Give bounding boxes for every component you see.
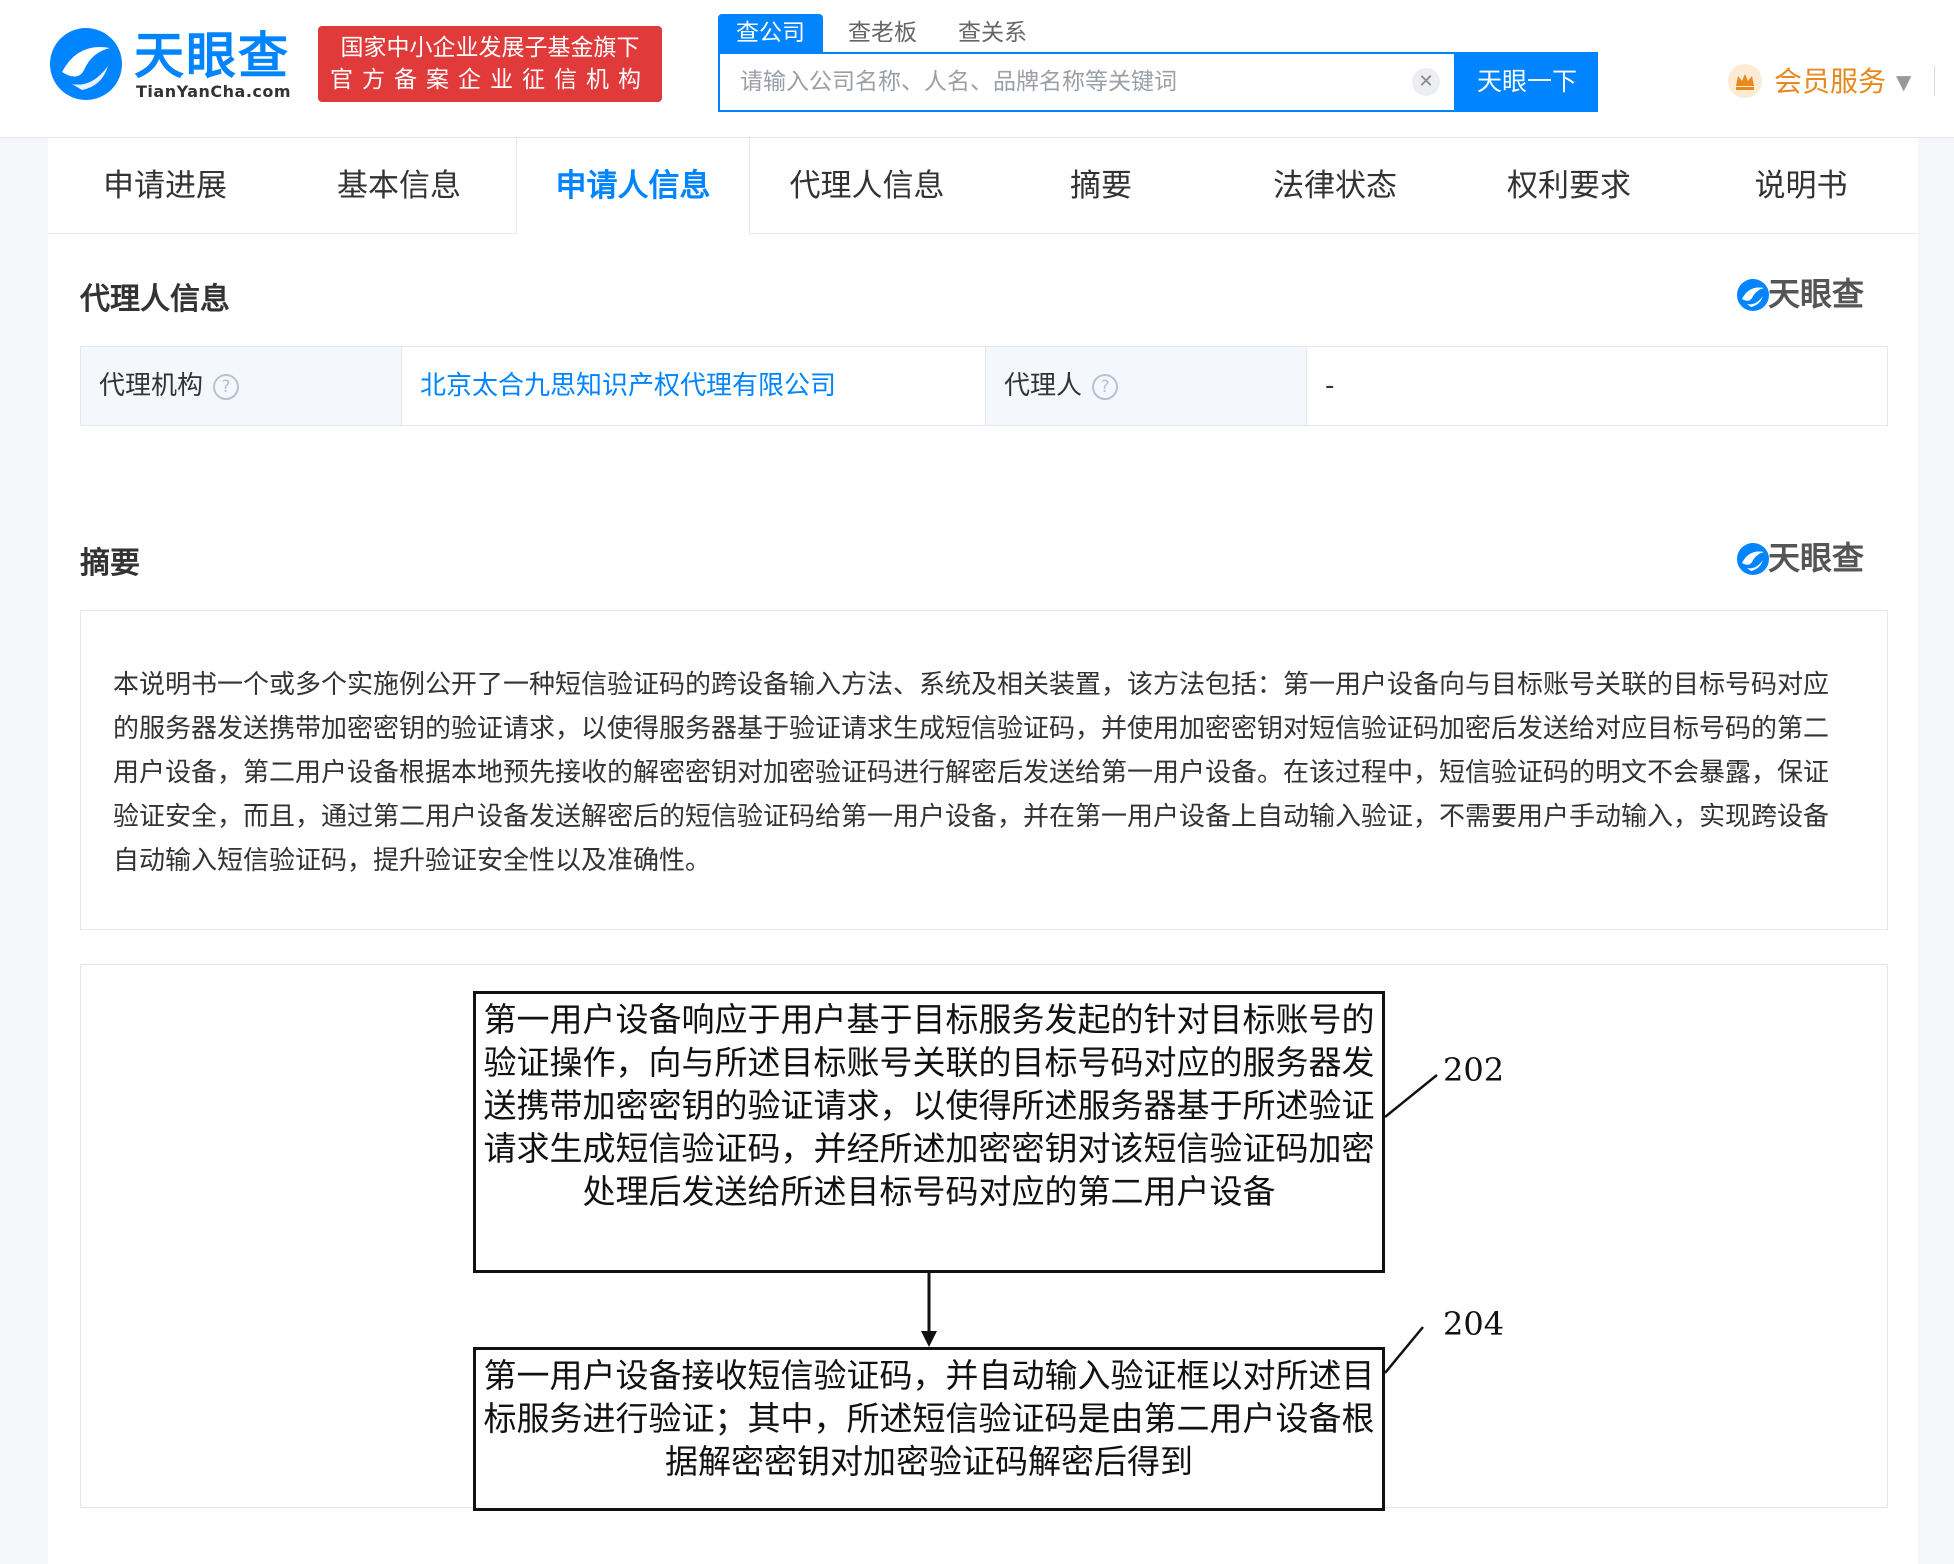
search-tab-relation[interactable]: 查关系 <box>958 14 1027 52</box>
tab-application-progress[interactable]: 申请进展 <box>48 138 282 234</box>
search-button[interactable]: 天眼一下 <box>1456 52 1598 112</box>
caret-down-icon: ▼ <box>1896 70 1912 94</box>
agent-label: 代理人 <box>1004 371 1083 401</box>
search-tab-boss[interactable]: 查老板 <box>848 14 917 52</box>
clear-icon[interactable]: ✕ <box>1412 68 1440 96</box>
tab-legal-status[interactable]: 法律状态 <box>1218 138 1452 234</box>
agent-section-watermark: 天眼查 <box>1736 274 1886 314</box>
tab-applicant-info[interactable]: 申请人信息 <box>516 138 750 235</box>
logo-text: 天眼查 <box>134 27 290 85</box>
leader-line-202 <box>1384 1074 1438 1118</box>
agency-label: 代理机构 <box>99 371 204 401</box>
tab-basic-info[interactable]: 基本信息 <box>282 138 516 234</box>
eye-logo-icon <box>50 28 122 100</box>
arrow-down-icon <box>921 1331 937 1347</box>
search-tab-company[interactable]: 查公司 <box>718 14 823 52</box>
tab-abstract[interactable]: 摘要 <box>984 138 1218 234</box>
abstract-section-title: 摘要 <box>80 546 140 581</box>
abstract-text: 本说明书一个或多个实施例公开了一种短信验证码的跨设备输入方法、系统及相关装置，该… <box>113 670 1830 876</box>
search-input[interactable] <box>720 54 1380 110</box>
help-icon[interactable]: ? <box>213 373 240 400</box>
eye-logo-icon <box>1737 543 1769 575</box>
watermark-text: 天眼查 <box>1768 539 1865 577</box>
flow-ref-204: 204 <box>1443 1305 1505 1343</box>
agent-info-table: 代理机构? 北京太合九思知识产权代理有限公司 代理人? - <box>80 346 1888 426</box>
abstract-figure: 第一用户设备响应于用户基于目标服务发起的针对目标账号的验证操作，向与所述目标账号… <box>80 964 1888 1511</box>
site-logo[interactable]: 天眼查 TianYanCha.com <box>48 26 298 102</box>
flow-ref-202: 202 <box>1443 1051 1505 1089</box>
vip-service-label: 会员服务 <box>1774 65 1887 98</box>
official-badge: 国家中小企业发展子基金旗下 官方备案企业征信机构 <box>318 26 662 102</box>
crown-icon <box>1728 64 1762 98</box>
abstract-box: 本说明书一个或多个实施例公开了一种短信验证码的跨设备输入方法、系统及相关装置，该… <box>80 610 1888 930</box>
header-divider <box>1934 66 1935 96</box>
main-content: 代理人信息 天眼查 代理机构? 北京太合九思知识产权代理有限公司 代理人? - … <box>48 234 1918 1564</box>
abstract-section-watermark: 天眼查 <box>1736 538 1886 578</box>
tab-specification[interactable]: 说明书 <box>1684 138 1918 234</box>
help-icon[interactable]: ? <box>1092 373 1119 400</box>
tab-claims[interactable]: 权利要求 <box>1452 138 1686 234</box>
agent-label-cell: 代理人? <box>986 347 1306 425</box>
watermark-text: 天眼查 <box>1768 275 1865 313</box>
flow-step-204: 第一用户设备接收短信验证码，并自动输入验证框以对所述目标服务进行验证；其中，所述… <box>473 1347 1385 1511</box>
agency-link[interactable]: 北京太合九思知识产权代理有限公司 <box>402 347 985 425</box>
badge-line-2: 官方备案企业征信机构 <box>330 67 650 93</box>
logo-domain: TianYanCha.com <box>136 82 292 101</box>
eye-logo-icon <box>1737 279 1769 311</box>
tab-agent-info[interactable]: 代理人信息 <box>750 138 984 234</box>
top-header: 天眼查 TianYanCha.com 国家中小企业发展子基金旗下 官方备案企业征… <box>0 0 1954 138</box>
patent-nav-tabs: 申请进展 基本信息 申请人信息 代理人信息 摘要 法律状态 权利要求 说明书 <box>48 138 1918 235</box>
agent-value: - <box>1307 347 1887 425</box>
agent-section-title: 代理人信息 <box>80 282 230 317</box>
badge-line-1: 国家中小企业发展子基金旗下 <box>340 35 640 61</box>
agency-label-cell: 代理机构? <box>81 347 401 425</box>
search-box: ✕ <box>718 52 1456 112</box>
flow-step-202: 第一用户设备响应于用户基于目标服务发起的针对目标账号的验证操作，向与所述目标账号… <box>473 991 1385 1273</box>
leader-line-204 <box>1384 1326 1424 1374</box>
